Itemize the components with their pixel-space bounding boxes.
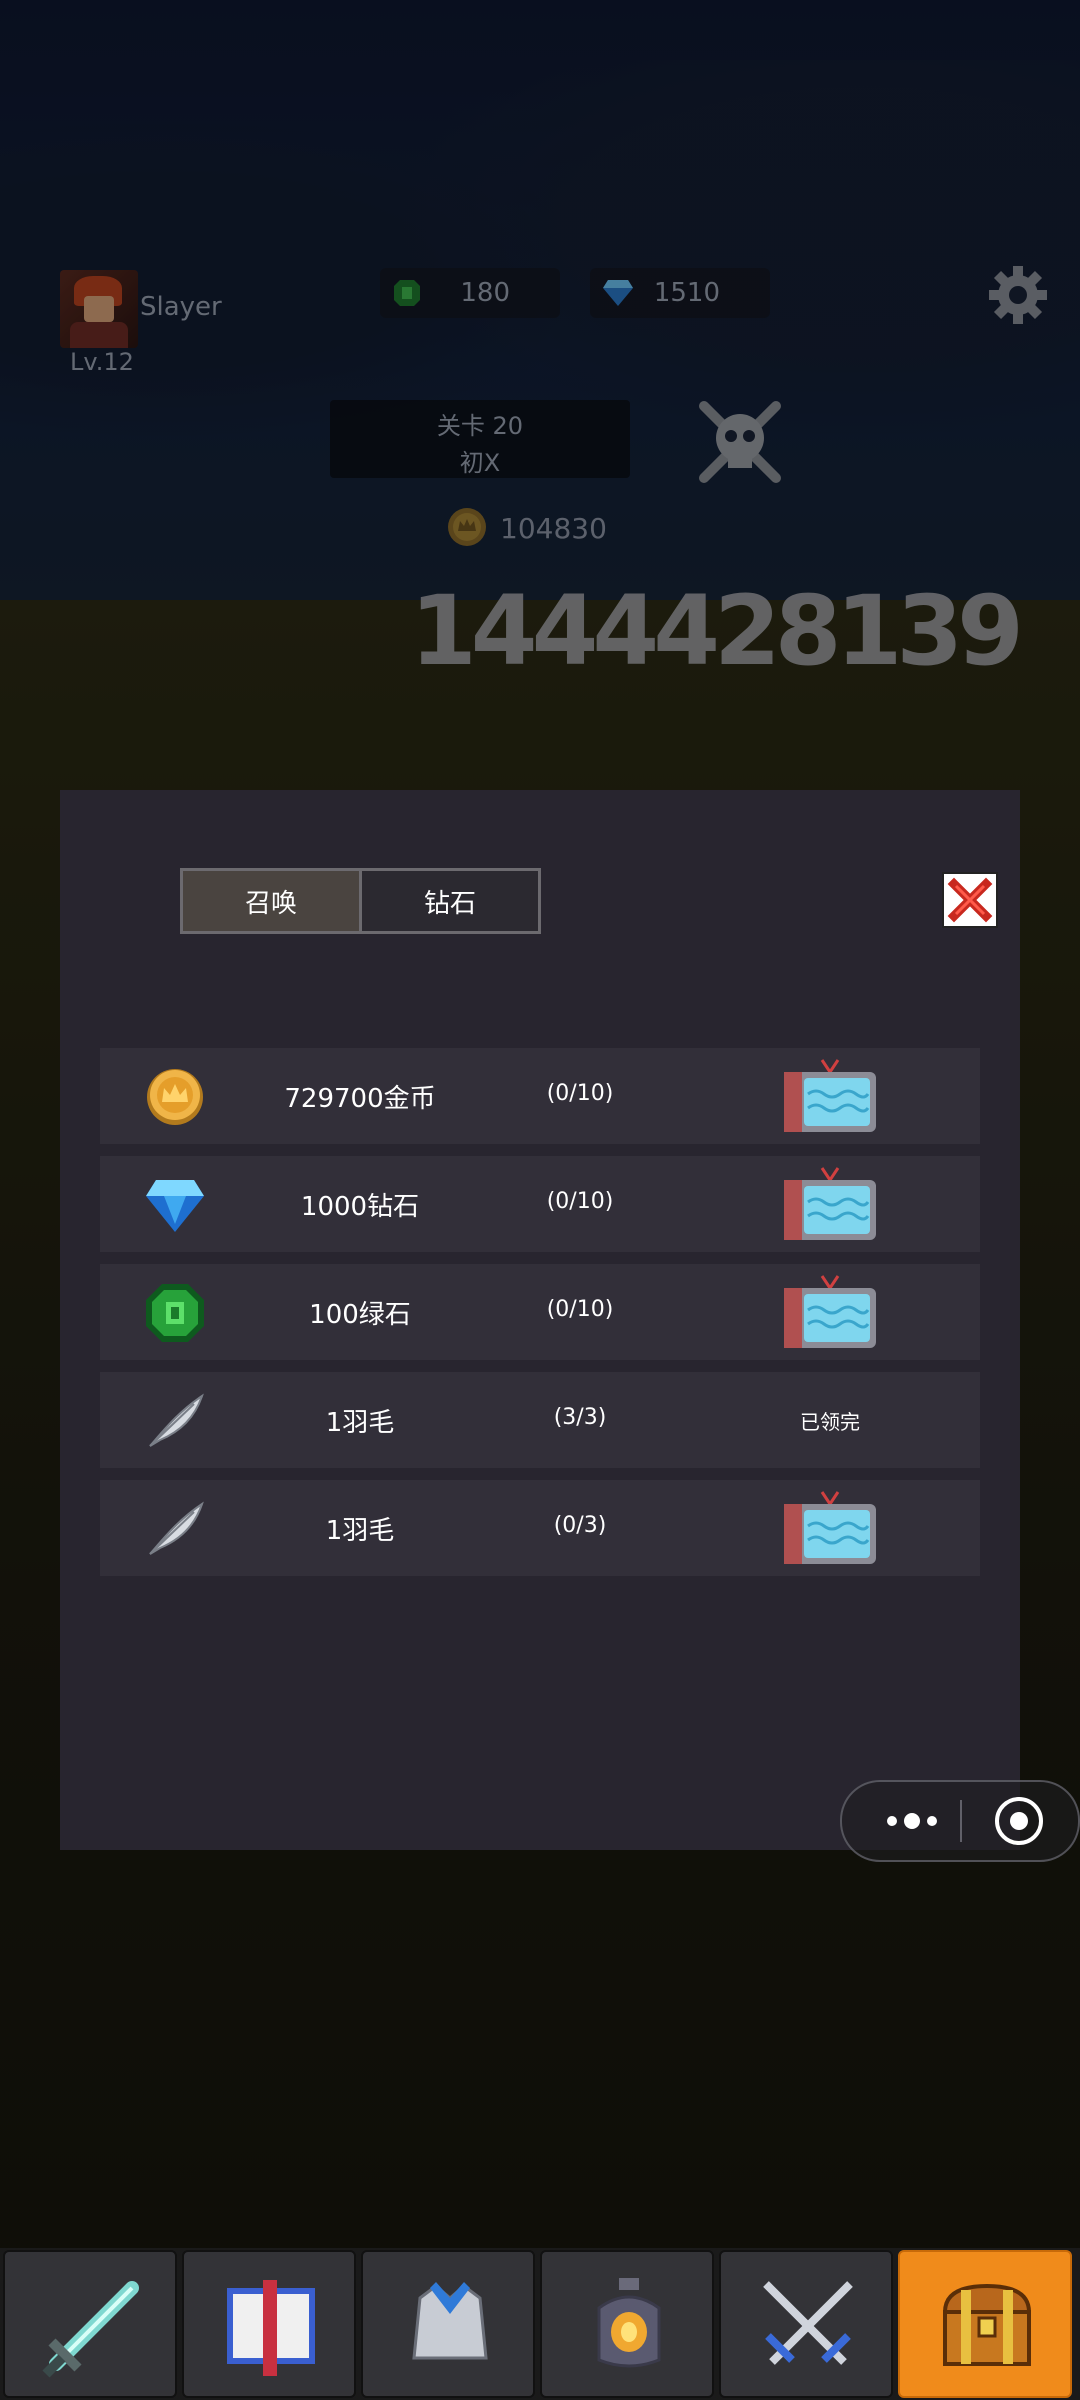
reward-row-green-stone: 100绿石 (0/10) [100,1264,980,1360]
nav-skills[interactable] [182,2250,356,2398]
nav-lantern[interactable] [540,2250,714,2398]
close-miniprogram-icon[interactable] [992,1794,1046,1848]
lantern-icon [597,2278,661,2368]
crossed-swords-icon [763,2281,853,2365]
green-stone-icon [146,1284,204,1342]
close-button[interactable] [942,872,998,928]
capsule-divider [960,1800,962,1842]
diamond-icon [146,1180,204,1232]
reward-count: (0/10) [546,1081,614,1106]
reward-name: 100绿石 [309,1300,411,1330]
reward-row-gold: 729700金币 (0/10) [100,1048,980,1144]
tv-ad-icon[interactable] [780,1490,880,1566]
reward-panel: 召唤 钻石 729700金币 (0/10) 1000钻石 (0/10) 100绿… [60,790,1020,1850]
reward-count: (0/10) [546,1297,614,1322]
close-icon [947,877,993,923]
nav-battle[interactable] [719,2250,893,2398]
tv-ad-icon[interactable] [780,1058,880,1134]
treasure-chest-icon [942,2283,1032,2366]
reward-name: 1羽毛 [325,1408,395,1438]
sword-icon [42,2281,139,2378]
gold-coin-icon [147,1069,203,1125]
reward-row-feather-claimed: 1羽毛 (3/3) 已领完 [100,1372,980,1468]
feather-icon [149,1393,204,1447]
panel-tabs: 召唤 钻石 [180,868,541,934]
claimed-status: 已领完 [800,1410,860,1434]
nav-armor[interactable] [361,2250,535,2398]
reward-row-feather: 1羽毛 (0/3) [100,1480,980,1576]
miniprogram-capsule [840,1780,1080,1862]
reward-count: (3/3) [553,1405,607,1430]
reward-count: (0/3) [553,1513,607,1538]
tab-summon[interactable]: 召唤 [180,868,362,934]
nav-treasure[interactable] [898,2250,1072,2398]
feather-icon [149,1501,204,1555]
reward-list: 729700金币 (0/10) 1000钻石 (0/10) 100绿石 (0/1… [100,1048,980,1588]
tv-ad-icon[interactable] [780,1274,880,1350]
reward-row-diamond: 1000钻石 (0/10) [100,1156,980,1252]
reward-name: 1羽毛 [325,1516,395,1546]
bottom-nav [0,2248,1080,2400]
armor-icon [412,2282,488,2360]
tv-ad-icon[interactable] [780,1166,880,1242]
reward-count: (0/10) [546,1189,614,1214]
spellbook-icon [227,2280,315,2376]
reward-name: 1000钻石 [300,1192,420,1222]
nav-weapon[interactable] [3,2250,177,2398]
more-options-icon[interactable] [872,1804,952,1838]
reward-name: 729700金币 [284,1084,436,1114]
tab-diamond[interactable]: 钻石 [362,868,541,934]
